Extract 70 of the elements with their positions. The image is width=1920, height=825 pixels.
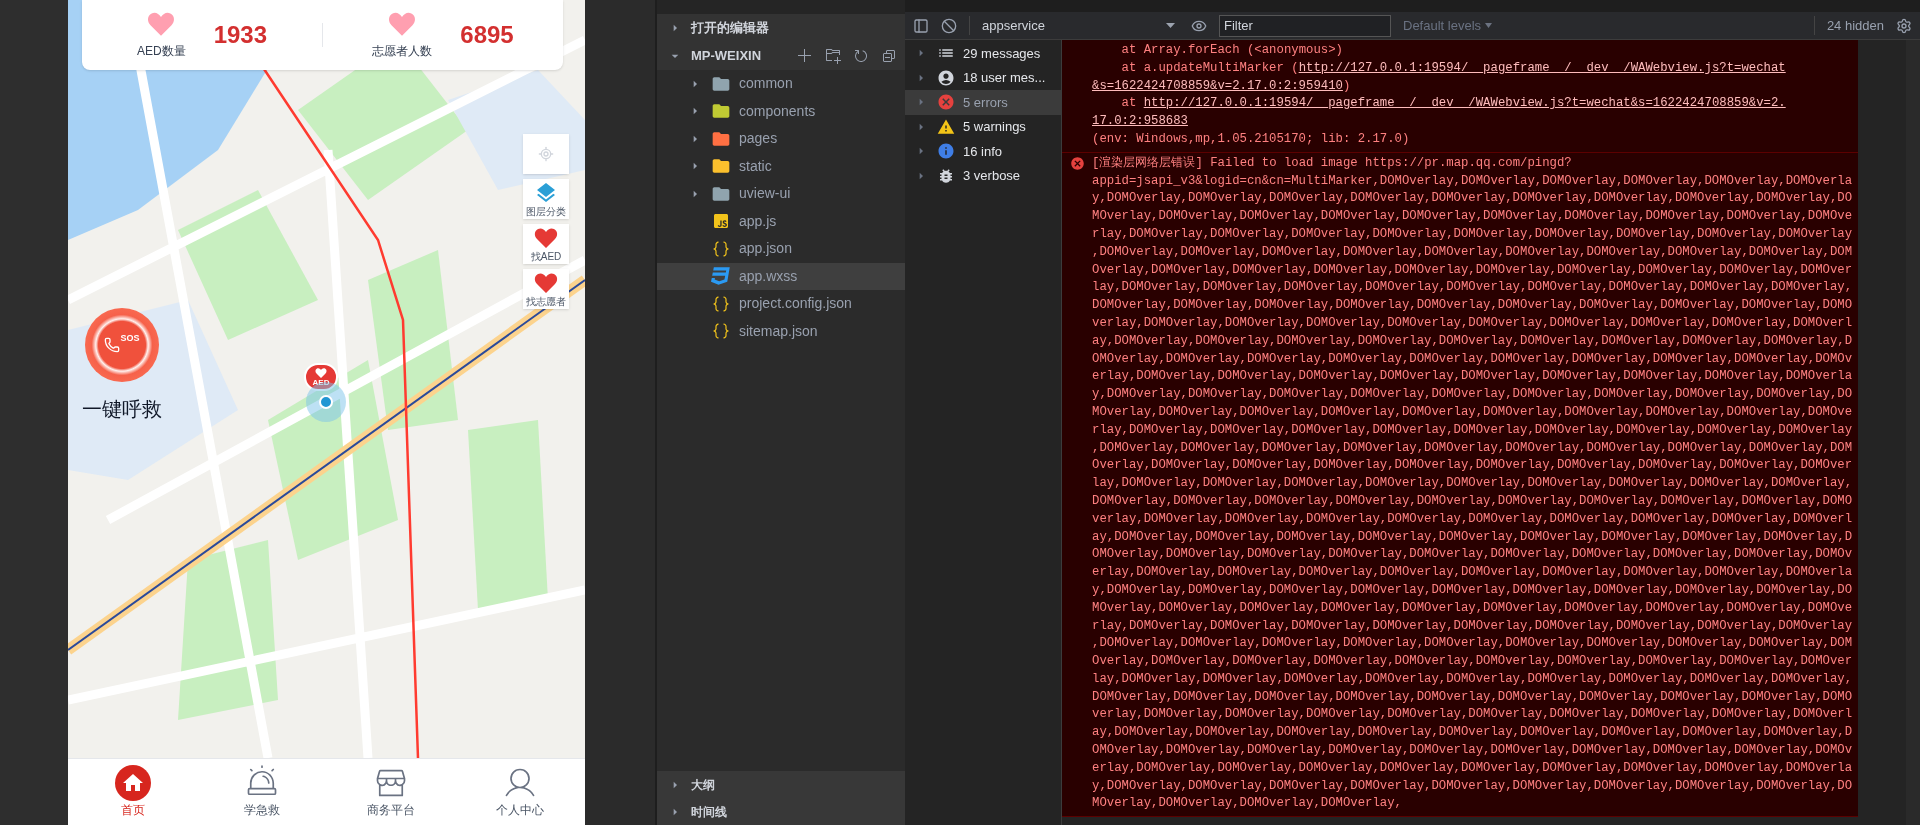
sidebar-toggle-icon[interactable] [913,17,929,34]
stat-value: 6895 [460,20,514,50]
new-folder-icon[interactable] [825,48,841,64]
sidebar-item[interactable]: 3 verbose [905,163,1061,188]
warning-icon [937,117,955,136]
heart-icon [315,367,327,379]
tree-item[interactable]: app.js [657,207,905,235]
tree-item[interactable]: uview-ui [657,180,905,208]
log-line: at Array.forEach (<anonymous>) [1120,42,1344,59]
tree-item[interactable]: static [657,152,905,180]
sidebar-item[interactable]: 5 errors [905,90,1061,115]
stat-label: AED数量 [136,43,186,60]
log-line: at a.updateMultiMarker (http://127.0.0.1:19594/__pageframe__/__dev__/WAWebview.js?t=wechat &s=1622424708859&v=2.17.0:2:959410) [1092,59,1787,95]
heart-icon [147,10,176,38]
aed-button[interactable]: 找AED [523,224,569,264]
heart-icon [388,10,417,38]
caret-icon [1166,23,1175,28]
section-header[interactable]: 打开的编辑器 [657,14,905,42]
error-icon [937,93,955,112]
sos-label: 一键呼救 [82,397,162,422]
volunteer-button[interactable]: 找志愿者 [523,269,569,309]
stat-value: 1933 [213,20,268,50]
css-file-icon [711,266,731,287]
section-header[interactable]: 时间线 [657,798,905,825]
locate-icon [538,146,554,162]
sidebar-item[interactable]: 5 warnings [905,114,1061,139]
log-line: (env: Windows,mp,1.05.2105170; lib: 2.17.0) [1092,131,1411,148]
tab-item[interactable]: 个人中心 [455,759,585,825]
layers-button[interactable]: 图层分类 [523,179,569,219]
refresh-icon[interactable] [853,48,869,64]
tree-item[interactable]: common [657,70,905,98]
json-file-icon [711,321,731,342]
log-line: [渲染层网络层错误] Failed to load image https://pr.map.qq.com/pingd?appid=jsapi_v3&logid=cn&cn=MultiMarker,DOMOverlay,DOMOverlay,DOMOverlay,DOMOverlay,DOMOverlay,DOMOverlay,DOMOverlay,DOMOverlay,DOMOverlay,DOMOverlay,DOMOverlay,DOMOverlay,DOMOverlay,DOMOverlay,DOMOverlay,DOMOverlay,DOMOverlay,DOMOverlay,DOMOverlay,DOMOverlay,DOMOverlay,DOMOverlay,DOMOverlay,DOMOverlay,DOMOverlay,DOMOverlay,DOMOverlay,DOMOverlay,DOMOverlay,DOMOverlay,DOMOverlay,DOMOverlay,DOMOverlay,DOMOverlay,DOMOverlay,DOMOverlay,DOMOverlay,DOMOverlay,DOMOverlay,DOMOverlay,DOMOverlay,DOMOverlay,DOMOverlay,DOMOverlay,DOMOverlay,DOMOverlay,DOMOverlay,DOMOverlay,DOMOverlay,DOMOverlay,DOMOverlay,DOMOverlay,DOMOverlay,DOMOverlay,DOMOverlay,DOMOverlay,DOMOverlay,DOMOverlay,DOMOverlay,DOMOverlay,DOMOverlay,DOMOverlay,DOMOverlay,DOMOverlay,DOMOverlay,DOMOverlay,DOMOverlay,DOMOverlay,DOMOverlay,DOMOverlay,DOMOverlay,DOMOverlay,DOMOverlay,DOMOverlay,DOMOverlay,DOMOverlay,DOMOverlay,DOMOverlay,DOMOverlay,DOMOverlay,DOMOverlay,DOMOverlay,DOMOverlay,DOMOverlay,DOMOverlay,DOMOverlay,DOMOverlay,DOMOverlay,DOMOverlay,DOMOverlay,DOMOverlay,DOMOverlay,DOMOverlay,DOMOverlay,DOMOverlay,DOMOverlay,DOMOverlay,DOMOverlay,DOMOverlay,DOMOverlay,DOMOverlay,DOMOverlay,DOMOverlay,DOMOverlay,DOMOverlay,DOMOverlay,DOMOverlay,DOMOverlay,DOMOverlay,DOMOverlay,DOMOverlay,DOMOverlay,DOMOverlay,DOMOverlay,DOMOverlay,DOMOverlay,DOMOverlay,DOMOverlay,DOMOverlay,DOMOverlay,DOMOverlay,DOMOverlay,DOMOverlay,DOMOverlay,DOMOverlay,DOMOverlay,DOMOverlay,DOMOverlay,DOMOverlay,DOMOverlay,DOMOverlay,DOMOverlay,DOMOverlay,DOMOverlay,DOMOverlay,DOMOverlay,DOMOverlay,DOMOverlay,DOMOverlay,DOMOverlay,DOMOverlay,DOMOverlay,DOMOverlay,DOMOverlay,DOMOverlay,DOMOverlay,DOMOverlay,DOMOverlay,DOMOverlay,DOMOverlay,DOMOverlay,DOMOverlay,DOMOverlay,DOMOverlay,DOMOverlay,DOMOverlay,DOMOverlay,DOMOverlay,DOMOverlay,DOMOverlay,DOMOverlay,DOMOverlay,DOMOverlay,DOMOverlay,DOMOverlay,DOMOverlay,DOMOverlay,DOMOverlay,DOMOverlay,DOMOverlay,DOMOverlay,DOMOverlay,DOMOverlay,DOMOverlay,DOMOverlay,DOMOverlay,DOMOverlay,DOMOverlay,DOMOverlay,DOMOverlay,DOMOverlay,DOMOverlay,DOMOverlay,DOMOverlay,DOMOverlay,DOMOverlay,DOMOverlay,DOMOverlay,DOMOverlay,DOMOverlay,DOMOverlay,DOMOverlay,DOMOverlay,DOMOverlay,DOMOverlay,DOMOverlay,DOMOverlay,DOMOverlay,DOMOverlay,DOMOverlay,DOMOverlay,DOMOverlay,DOMOverlay,DOMOverlay,DOMOverlay,DOMOverlay,DOMOverlay,DOMOverlay,DOMOverlay,DOMOverlay,DOMOverlay,DOMOverlay,DOMOverlay,DOMOverlay,DOMOverlay,DOMOverlay,DOMOverlay,DOMOverlay,DOMOverlay,DOMOverlay,DOMOverlay,DOMOverlay,DOMOverlay,DOMOverlay,DOMOverlay,DOMOverlay,DOMOverlay,DOMOverlay,DOMOverlay,DOMOverlay,DOMOverlay,DOMOverlay,DOMOverlay,DOMOverlay,DOMOverlay,DOMOverlay,DOMOverlay,DOMOverlay,DOMOverlay,DOMOverlay,DOMOverlay,DOMOverlay,DOMOverlay,DOMOverlay,DOMOverlay,DOMOverlay,DOMOverlay,DOMOverlay,DOMOverlay,DOMOverlay,DOMOverlay,DOMOverlay,DOMOverlay,DOMOverlay,DOMOverlay,DOMOverlay,DOMOverlay,DOMOverlay,DOMOverlay,DOMOverlay,DOMOverlay,DOMOverlay,DOMOverlay,DOMOverlay,DOMOverlay,DOMOverlay,DOMOverlay,DOMOverlay,DOMOverlay,DOMOverlay,DOMOverlay,DOMOverlay,DOMOverlay,DOMOverlay,DOMOverlay,DOMOverlay,DOMOverlay,DOMOverlay,DOMOverlay,DOMOverlay,DOMOverlay,DOMOverlay,DOMOverlay,DOMOverlay,DOMOverlay,DOMOverlay,DOMOverlay,DOMOverlay,DOMOverlay,DOMOverlay,DOMOverlay,DOMOverlay,DOMOverlay,DOMOverlay,DOMOverlay,DOMOverlay,DOMOverlay,DOMOverlay,DOMOverlay,DOMOverlay,DOMOverlay,DOMOverlay,DOMOverlay,DOMOverlay,DOMOverlay,DOMOverlay,DOMOverlay,DOMOverlay,DOMOverlay,DOMOverlay,DOMOverlay,DOMOverlay,DOMOverlay,DOMOverlay,DOMOverlay,DOMOverlay,DOMOverlay,DOMOverlay,DOMOverlay,DOMOverlay,DOMOverlay,DOMOverlay,DOMOverlay,DOMOverlay,DOMOverlay,DOMOverlay,DOMOverlay,DOMOverlay, [1092,154,1854,813]
collapse-icon[interactable] [881,48,897,64]
settings-icon[interactable] [1896,17,1912,34]
context-select[interactable]: appservice [969,15,1179,36]
tab-item[interactable]: 学急救 [197,759,327,825]
sidebar-item[interactable]: 29 messages [905,41,1061,66]
bug-icon [937,166,955,185]
tree-item[interactable]: pages [657,125,905,153]
tree-item[interactable]: sitemap.json [657,317,905,345]
tab-item[interactable]: 首页 [68,759,198,825]
clear-icon[interactable] [941,17,957,34]
log-line: at http://127.0.0.1:19594/__pageframe__/__dev__/WAWebview.js?t=wechat&s=1622424708859&v=2. 17.0:2:958683 [1092,95,1787,131]
section-header[interactable]: MP-WEIXIN [657,42,905,70]
js-file-icon [713,213,729,230]
source-link[interactable]: http://127.0.0.1:19594/__pageframe__/__dev__/WAWebview.js?t=wechat [1298,60,1786,75]
source-link[interactable]: &s=1622424708859&v=2.17.0:2:959410 [1092,78,1343,93]
filter-field[interactable]: Filter [1219,14,1391,37]
tree-item[interactable]: app.wxss [657,262,905,290]
stat-label: 志愿者人数 [372,43,433,60]
tree-item[interactable]: components [657,97,905,125]
sidebar-item[interactable]: 16 info [905,139,1061,164]
hidden-count: 24 hidden [1813,15,1884,36]
source-link[interactable]: http://127.0.0.1:19594/__pageframe__/__dev__/WAWebview.js?t=wechat&s=1622424708859&v=2. [1143,96,1786,111]
caret-icon [1485,23,1493,28]
phone-icon [104,337,121,353]
source-link[interactable]: 17.0:2:958683 [1092,114,1188,129]
home-icon [114,765,151,801]
user-icon [937,68,955,87]
add-icon[interactable] [797,48,813,64]
sidebar-item[interactable]: 18 user mes... [905,65,1061,90]
heart-icon [534,226,558,250]
tree-item[interactable]: app.json [657,235,905,263]
section-header[interactable]: 大纲 [657,771,905,798]
info-icon [937,142,955,161]
tab-item[interactable]: 商务平台 [326,759,456,825]
tree-item[interactable]: project.config.json [657,290,905,318]
heart-icon [534,271,558,295]
error-icon [1069,155,1085,171]
